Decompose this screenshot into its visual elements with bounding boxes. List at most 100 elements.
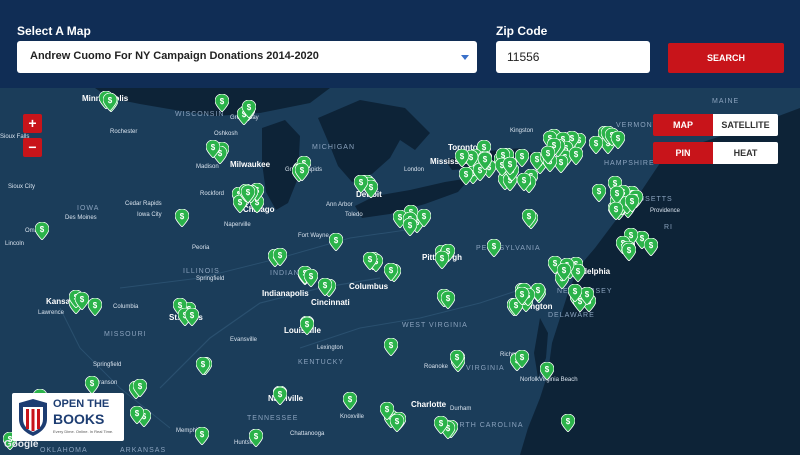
donation-pin-icon[interactable]: $: [589, 135, 604, 154]
svg-text:$: $: [201, 360, 206, 369]
place-label: MISSOURI: [104, 331, 147, 338]
view-pin-button[interactable]: PIN: [653, 142, 713, 164]
donation-pin-icon[interactable]: $: [608, 201, 623, 220]
svg-text:$: $: [649, 241, 654, 250]
donation-pin-icon[interactable]: $: [643, 238, 658, 257]
donation-pin-icon[interactable]: $: [328, 232, 343, 251]
place-label: Lincoln: [5, 241, 25, 247]
donation-pin-icon[interactable]: $: [449, 349, 464, 368]
donation-pin-icon[interactable]: $: [440, 290, 455, 309]
search-button[interactable]: SEARCH: [668, 43, 784, 73]
donation-pin-icon[interactable]: $: [132, 378, 147, 397]
donation-pin-icon[interactable]: $: [502, 156, 517, 175]
donation-pin-icon[interactable]: $: [458, 166, 473, 185]
donation-pin-icon[interactable]: $: [318, 278, 333, 297]
donation-pin-icon[interactable]: $: [621, 243, 636, 262]
donation-pin-icon[interactable]: $: [363, 252, 378, 271]
donation-pin-icon[interactable]: $: [567, 284, 582, 303]
donation-pin-icon[interactable]: $: [241, 185, 256, 204]
donation-pin-icon[interactable]: $: [592, 184, 607, 203]
svg-text:$: $: [278, 251, 283, 260]
donation-pin-icon[interactable]: $: [561, 414, 576, 432]
map-type-map-button[interactable]: MAP: [653, 114, 713, 136]
svg-text:$: $: [108, 96, 113, 105]
donation-pin-icon[interactable]: $: [206, 140, 221, 159]
donation-pin-icon[interactable]: $: [34, 222, 49, 241]
donation-pin-icon[interactable]: $: [487, 239, 502, 258]
donation-pin-icon[interactable]: $: [416, 208, 431, 227]
donation-pin-icon[interactable]: $: [434, 250, 449, 269]
donation-pin-icon[interactable]: $: [625, 194, 640, 213]
svg-text:$: $: [508, 160, 513, 169]
svg-text:$: $: [384, 405, 389, 414]
svg-text:$: $: [369, 183, 374, 192]
donation-pin-icon[interactable]: $: [195, 427, 210, 445]
svg-text:$: $: [519, 353, 524, 362]
donation-pin-icon[interactable]: $: [242, 99, 257, 118]
donation-pin-icon[interactable]: $: [272, 248, 287, 267]
place-label: ILLINOIS: [183, 268, 220, 275]
place-label: TENNESSEE: [247, 415, 299, 422]
donation-pin-icon[interactable]: $: [568, 146, 583, 165]
svg-text:$: $: [90, 379, 95, 388]
donation-pin-icon[interactable]: $: [343, 392, 358, 411]
donation-pin-icon[interactable]: $: [215, 93, 230, 112]
donation-pin-icon[interactable]: $: [175, 209, 190, 228]
donation-pin-icon[interactable]: $: [294, 163, 309, 182]
donation-pin-icon[interactable]: $: [103, 93, 118, 112]
svg-text:$: $: [40, 225, 45, 234]
zoom-in-button[interactable]: +: [23, 114, 42, 133]
donation-pin-icon[interactable]: $: [88, 297, 103, 316]
place-label: DELAWARE: [548, 312, 595, 319]
svg-text:$: $: [460, 152, 465, 161]
svg-text:$: $: [368, 255, 373, 264]
donation-pin-icon[interactable]: $: [522, 208, 537, 227]
donation-pin-icon[interactable]: $: [434, 416, 449, 435]
svg-text:$: $: [348, 395, 353, 404]
svg-text:$: $: [200, 430, 205, 439]
place-label: HAMPSHIRE: [604, 160, 655, 167]
donation-pin-icon[interactable]: $: [540, 361, 555, 380]
place-label: Knoxville: [340, 414, 365, 420]
svg-text:$: $: [520, 290, 525, 299]
donation-pin-icon[interactable]: $: [85, 376, 100, 395]
donation-pin-icon[interactable]: $: [478, 152, 493, 171]
place-label: Durham: [450, 406, 472, 412]
donation-pin-icon[interactable]: $: [557, 263, 572, 282]
svg-text:$: $: [440, 254, 445, 263]
donation-pin-icon[interactable]: $: [249, 429, 264, 448]
zip-code-input[interactable]: [496, 41, 650, 73]
svg-text:$: $: [492, 242, 497, 251]
donation-pin-icon[interactable]: $: [390, 413, 405, 432]
map-select[interactable]: Andrew Cuomo For NY Campaign Donations 2…: [17, 41, 477, 73]
place-label: Ann Arbor: [326, 202, 353, 208]
donation-pin-icon[interactable]: $: [611, 131, 626, 150]
donation-pin-icon[interactable]: $: [403, 218, 418, 237]
open-the-books-logo[interactable]: OPEN THE BOOKS Every Dime. Online. In Re…: [12, 393, 124, 441]
view-heat-button[interactable]: HEAT: [713, 142, 778, 164]
donation-pin-icon[interactable]: $: [354, 174, 369, 193]
svg-text:$: $: [323, 281, 328, 290]
chevron-down-icon[interactable]: [461, 55, 469, 60]
donation-pin-icon[interactable]: $: [514, 349, 529, 368]
donation-pin-icon[interactable]: $: [299, 316, 314, 335]
donation-pin-icon[interactable]: $: [130, 406, 145, 425]
donation-pin-icon[interactable]: $: [304, 268, 319, 287]
donation-pin-icon[interactable]: $: [184, 308, 199, 327]
place-label: Providence: [650, 208, 681, 214]
donation-pin-icon[interactable]: $: [384, 263, 399, 282]
donation-pin-icon[interactable]: $: [580, 286, 595, 305]
svg-text:$: $: [558, 158, 563, 167]
zoom-out-button[interactable]: −: [23, 138, 42, 157]
donation-pin-icon[interactable]: $: [515, 287, 530, 306]
donation-pin-icon[interactable]: $: [74, 291, 89, 310]
place-label: Peoria: [192, 245, 210, 251]
svg-text:$: $: [189, 311, 194, 320]
donation-pin-icon[interactable]: $: [196, 357, 211, 376]
map-type-satellite-button[interactable]: SATELLITE: [713, 114, 778, 136]
donation-pin-icon[interactable]: $: [455, 149, 470, 168]
donation-pin-icon[interactable]: $: [541, 145, 556, 164]
logo-tagline: Every Dime. Online. In Real Time.: [53, 429, 114, 434]
donation-pin-icon[interactable]: $: [383, 338, 398, 357]
donation-pin-icon[interactable]: $: [273, 387, 288, 406]
